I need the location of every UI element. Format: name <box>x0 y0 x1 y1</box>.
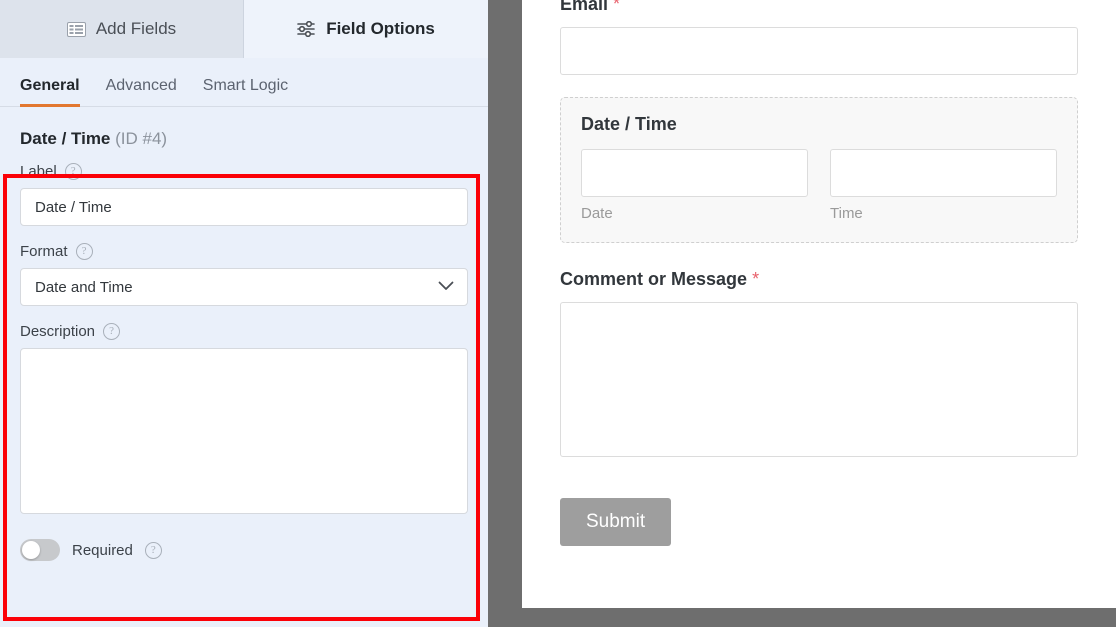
description-textarea[interactable] <box>20 348 468 514</box>
required-toggle[interactable] <box>20 539 60 561</box>
label-input[interactable] <box>20 188 468 226</box>
preview-field-comment[interactable]: Comment or Message * <box>560 269 1078 462</box>
time-sublabel: Time <box>830 205 863 222</box>
preview-field-datetime[interactable]: Date / Time Date Time <box>560 97 1078 243</box>
comment-textarea[interactable] <box>560 302 1078 457</box>
email-label-text: Email <box>560 0 609 14</box>
help-icon[interactable]: ? <box>64 163 82 180</box>
submit-button[interactable]: Submit <box>560 498 672 546</box>
field-heading-name: Date / Time <box>20 129 111 148</box>
sidebar-tabbar: Add Fields Field Options <box>0 0 488 58</box>
datetime-time-column: Time <box>830 149 1057 222</box>
option-group-description: Description ? <box>20 323 468 519</box>
format-select-wrapper <box>20 268 468 306</box>
help-icon[interactable]: ? <box>103 323 121 340</box>
date-sublabel: Date <box>581 205 613 222</box>
datetime-date-column: Date <box>581 149 808 222</box>
subtab-advanced[interactable]: Advanced <box>106 77 177 106</box>
comment-required-mark: * <box>752 269 760 289</box>
email-required-mark: * <box>613 0 621 14</box>
date-input[interactable] <box>581 149 808 197</box>
datetime-label: Date / Time <box>581 114 677 134</box>
datetime-columns: Date Time <box>581 149 1057 222</box>
field-heading-id: (ID #4) <box>115 129 168 148</box>
format-select[interactable] <box>20 268 468 306</box>
format-option-label: Format ? <box>20 243 468 260</box>
tab-add-fields[interactable]: Add Fields <box>0 0 244 58</box>
comment-label-text: Comment or Message <box>560 269 748 289</box>
time-input[interactable] <box>830 149 1057 197</box>
subtab-general[interactable]: General <box>20 77 80 107</box>
email-input[interactable] <box>560 27 1078 75</box>
tab-field-options[interactable]: Field Options <box>244 0 488 58</box>
description-option-label: Description ? <box>20 323 468 340</box>
sidebar-subtabs: General Advanced Smart Logic <box>0 58 488 107</box>
field-options-sidebar: Add Fields Field Options General Advance… <box>0 0 488 627</box>
tab-add-fields-label: Add Fields <box>95 19 177 38</box>
subtab-smart-logic[interactable]: Smart Logic <box>203 77 288 106</box>
preview-field-email[interactable]: Email * <box>560 0 1078 75</box>
sliders-icon <box>297 21 316 37</box>
comment-label: Comment or Message * <box>560 269 1078 290</box>
label-option-label: Label ? <box>20 163 468 180</box>
email-label: Email * <box>560 0 1078 15</box>
list-view-icon <box>66 21 86 37</box>
label-option-text: Label <box>20 163 57 180</box>
required-toggle-knob <box>22 541 40 559</box>
option-group-required: Required ? <box>20 539 468 561</box>
field-options-form: Label ? Format ? <box>0 163 488 561</box>
tab-field-options-label: Field Options <box>326 19 435 38</box>
field-heading: Date / Time (ID #4) <box>0 107 488 163</box>
form-preview-card: Email * Date / Time Date Time Comment or… <box>522 0 1116 608</box>
help-icon[interactable]: ? <box>144 541 162 559</box>
description-option-text: Description <box>20 323 96 340</box>
help-icon[interactable]: ? <box>75 243 93 260</box>
form-builder-screen: Email * Date / Time Date Time Comment or… <box>0 0 1116 627</box>
required-toggle-label: Required <box>72 541 133 559</box>
option-group-format: Format ? <box>20 243 468 306</box>
format-option-text: Format <box>20 243 68 260</box>
option-group-label: Label ? <box>20 163 468 226</box>
